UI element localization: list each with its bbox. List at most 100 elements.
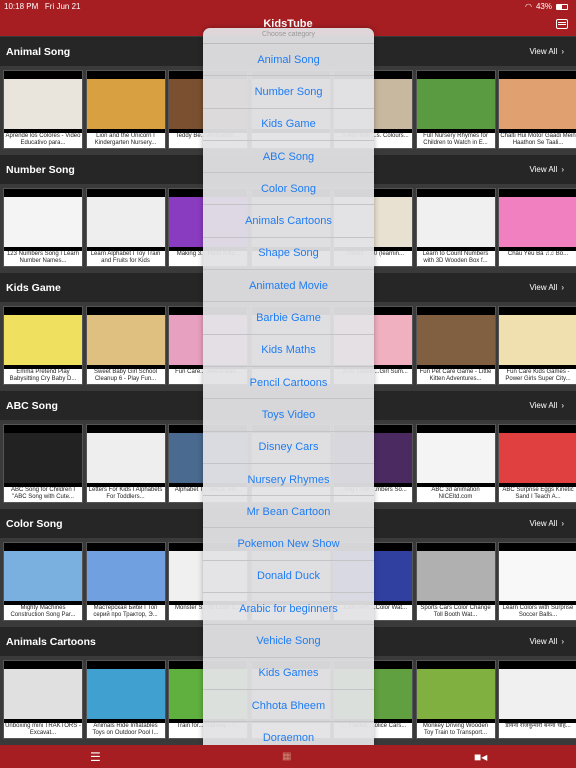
video-card[interactable]: ABC Surprise Eggs Kinetic Sand I Teach A… [498, 424, 576, 503]
video-camera-icon[interactable]: ■◂ [474, 751, 487, 763]
category-picker: Choose category Animal Song Number Song Ki… [203, 28, 374, 755]
video-title: Emma Pretend Play Babysitting Cry Baby D… [4, 369, 82, 384]
video-card[interactable]: Lion and the Unicorn I Kindergarten Nurs… [85, 70, 166, 149]
video-card[interactable]: Monkey Driving Wooden Toy Train to Trans… [415, 660, 496, 739]
video-thumbnail [86, 197, 165, 247]
video-title: Мастерская Биби I Топ серий про Трактор,… [86, 605, 165, 620]
section-title: Number Song [6, 163, 75, 176]
video-card[interactable]: Fun Care Kids Games - Power Girls Super … [498, 306, 576, 385]
video-card[interactable]: Letters For Kids I Alphabets For Toddler… [85, 424, 166, 503]
video-title: Sports Cars Color Change Toll Booth Wat.… [416, 605, 495, 620]
chevron-right-icon: › [561, 47, 564, 56]
category-option[interactable]: Toys Video [203, 399, 374, 432]
category-option[interactable]: Animated Movie [203, 270, 374, 303]
time: 10:18 PM [4, 2, 39, 11]
category-option[interactable]: Mr Bean Cartoon [203, 496, 374, 529]
video-card[interactable]: Fun Pet Care Game - Little Kitten Advent… [415, 306, 496, 385]
battery-icon [556, 3, 568, 10]
view-all-button[interactable]: View All › [529, 165, 564, 174]
video-thumbnail [4, 433, 82, 483]
category-option[interactable]: Shape Song [203, 238, 374, 271]
video-title: ABC Surprise Eggs Kinetic Sand I Teach A… [499, 487, 576, 502]
video-title: Fun Pet Care Game - Little Kitten Advent… [416, 369, 495, 384]
menu-list-icon[interactable] [556, 19, 568, 29]
menu-icon[interactable]: ☰ [90, 751, 101, 763]
status-right: ◠ 43% [525, 2, 568, 11]
video-thumbnail [499, 79, 576, 129]
chevron-right-icon: › [561, 519, 564, 528]
video-card[interactable]: Aprende los Colores - Video Educativo pa… [3, 70, 83, 149]
view-all-label: View All [529, 283, 558, 292]
video-card[interactable]: ABC Song for Children I "ABC Song with C… [3, 424, 83, 503]
section-title: Color Song [6, 517, 63, 530]
video-thumbnail [499, 315, 576, 365]
category-option[interactable]: Kids Games [203, 658, 374, 690]
status-time: 10:18 PM Fri Jun 21 [4, 2, 81, 11]
video-thumbnail [4, 79, 82, 129]
video-thumbnail [416, 669, 495, 719]
view-all-button[interactable]: View All › [529, 519, 564, 528]
video-card[interactable]: ABC 3d animation NICEltd.com [415, 424, 496, 503]
video-card[interactable]: Learn Alphabet I Toy Train and Fruits fo… [85, 188, 166, 267]
video-thumbnail [499, 669, 576, 719]
grid-icon[interactable]: ▦ [282, 751, 291, 763]
section-title: Kids Game [6, 281, 61, 294]
view-all-label: View All [529, 47, 558, 56]
category-option[interactable]: Number Song [203, 76, 374, 109]
video-card[interactable]: Châu Yêu Bà ♫♫ Bố... [498, 188, 576, 267]
video-title: Letters For Kids I Alphabets For Toddler… [86, 487, 165, 502]
category-option[interactable]: Kids Maths [203, 335, 374, 367]
video-thumbnail [416, 551, 495, 601]
picker-title: Choose category [203, 28, 374, 44]
section-title: ABC Song [6, 399, 58, 412]
video-card[interactable]: Animals Ride Inflatables Toys on Outdoor… [85, 660, 166, 739]
view-all-label: View All [529, 519, 558, 528]
category-option[interactable]: Arabic for beginners [203, 593, 374, 626]
video-card[interactable]: Mighty Machines Construction Song Par... [3, 542, 83, 621]
category-option[interactable]: Pokemon New Show [203, 528, 374, 561]
video-title: Sweet Baby Girl School Cleanup 6 - Play … [86, 369, 165, 384]
view-all-button[interactable]: View All › [529, 283, 564, 292]
video-card[interactable]: Sweet Baby Girl School Cleanup 6 - Play … [85, 306, 166, 385]
video-title: Learn Alphabet I Toy Train and Fruits fo… [86, 251, 165, 266]
category-option[interactable]: Vehicle Song [203, 625, 374, 658]
video-card[interactable]: 123 Numbers Song I Learn Number Names... [3, 188, 83, 267]
video-thumbnail [4, 315, 82, 365]
category-option[interactable]: Disney Cars [203, 432, 374, 464]
video-card[interactable]: Мастерская Биби I Топ серий про Трактор,… [85, 542, 166, 621]
chevron-right-icon: › [561, 637, 564, 646]
video-title: Learn to Count Numbers with 3D Wooden Bo… [416, 251, 495, 266]
category-option[interactable]: Donald Duck [203, 561, 374, 594]
chevron-right-icon: › [561, 401, 564, 410]
category-option[interactable]: Pencil Cartoons [203, 367, 374, 400]
view-all-button[interactable]: View All › [529, 637, 564, 646]
video-title: Full Nursery Rhymes for Children to Watc… [416, 133, 495, 148]
video-thumbnail [4, 551, 82, 601]
video-card[interactable]: Learn to Count Numbers with 3D Wooden Bo… [415, 188, 496, 267]
video-card[interactable]: Learn Colors with Surprise Soccer Balls.… [498, 542, 576, 621]
video-thumbnail [86, 551, 165, 601]
video-card[interactable]: Emma Pretend Play Babysitting Cry Baby D… [3, 306, 83, 385]
category-option[interactable]: Animals Cartoons [203, 205, 374, 238]
video-thumbnail [86, 79, 165, 129]
video-thumbnail [86, 433, 165, 483]
video-thumbnail [499, 433, 576, 483]
video-card[interactable]: Chalti Hui Motor Gaadi Mein Haathon Se T… [498, 70, 576, 149]
video-card[interactable]: Sports Cars Color Change Toll Booth Wat.… [415, 542, 496, 621]
view-all-button[interactable]: View All › [529, 47, 564, 56]
category-option[interactable]: Kids Game [203, 109, 374, 141]
category-option[interactable]: Barbie Game [203, 302, 374, 335]
view-all-button[interactable]: View All › [529, 401, 564, 410]
category-option[interactable]: Chhota Bheem [203, 690, 374, 723]
category-option[interactable]: Animal Song [203, 44, 374, 77]
category-option[interactable]: Color Song [203, 173, 374, 206]
video-title: Animals Ride Inflatables Toys on Outdoor… [86, 723, 165, 738]
video-card[interactable]: Unboxing mini TRAKTORS - Excavat... [3, 660, 83, 739]
view-all-label: View All [529, 637, 558, 646]
video-title: Mighty Machines Construction Song Par... [4, 605, 82, 620]
category-option[interactable]: Nursery Rhymes [203, 464, 374, 497]
video-card[interactable]: Full Nursery Rhymes for Children to Watc… [415, 70, 496, 149]
video-thumbnail [499, 551, 576, 601]
category-option[interactable]: ABC Song [203, 141, 374, 174]
video-card[interactable]: डायना राजकुमारी बनना चाह... [498, 660, 576, 739]
